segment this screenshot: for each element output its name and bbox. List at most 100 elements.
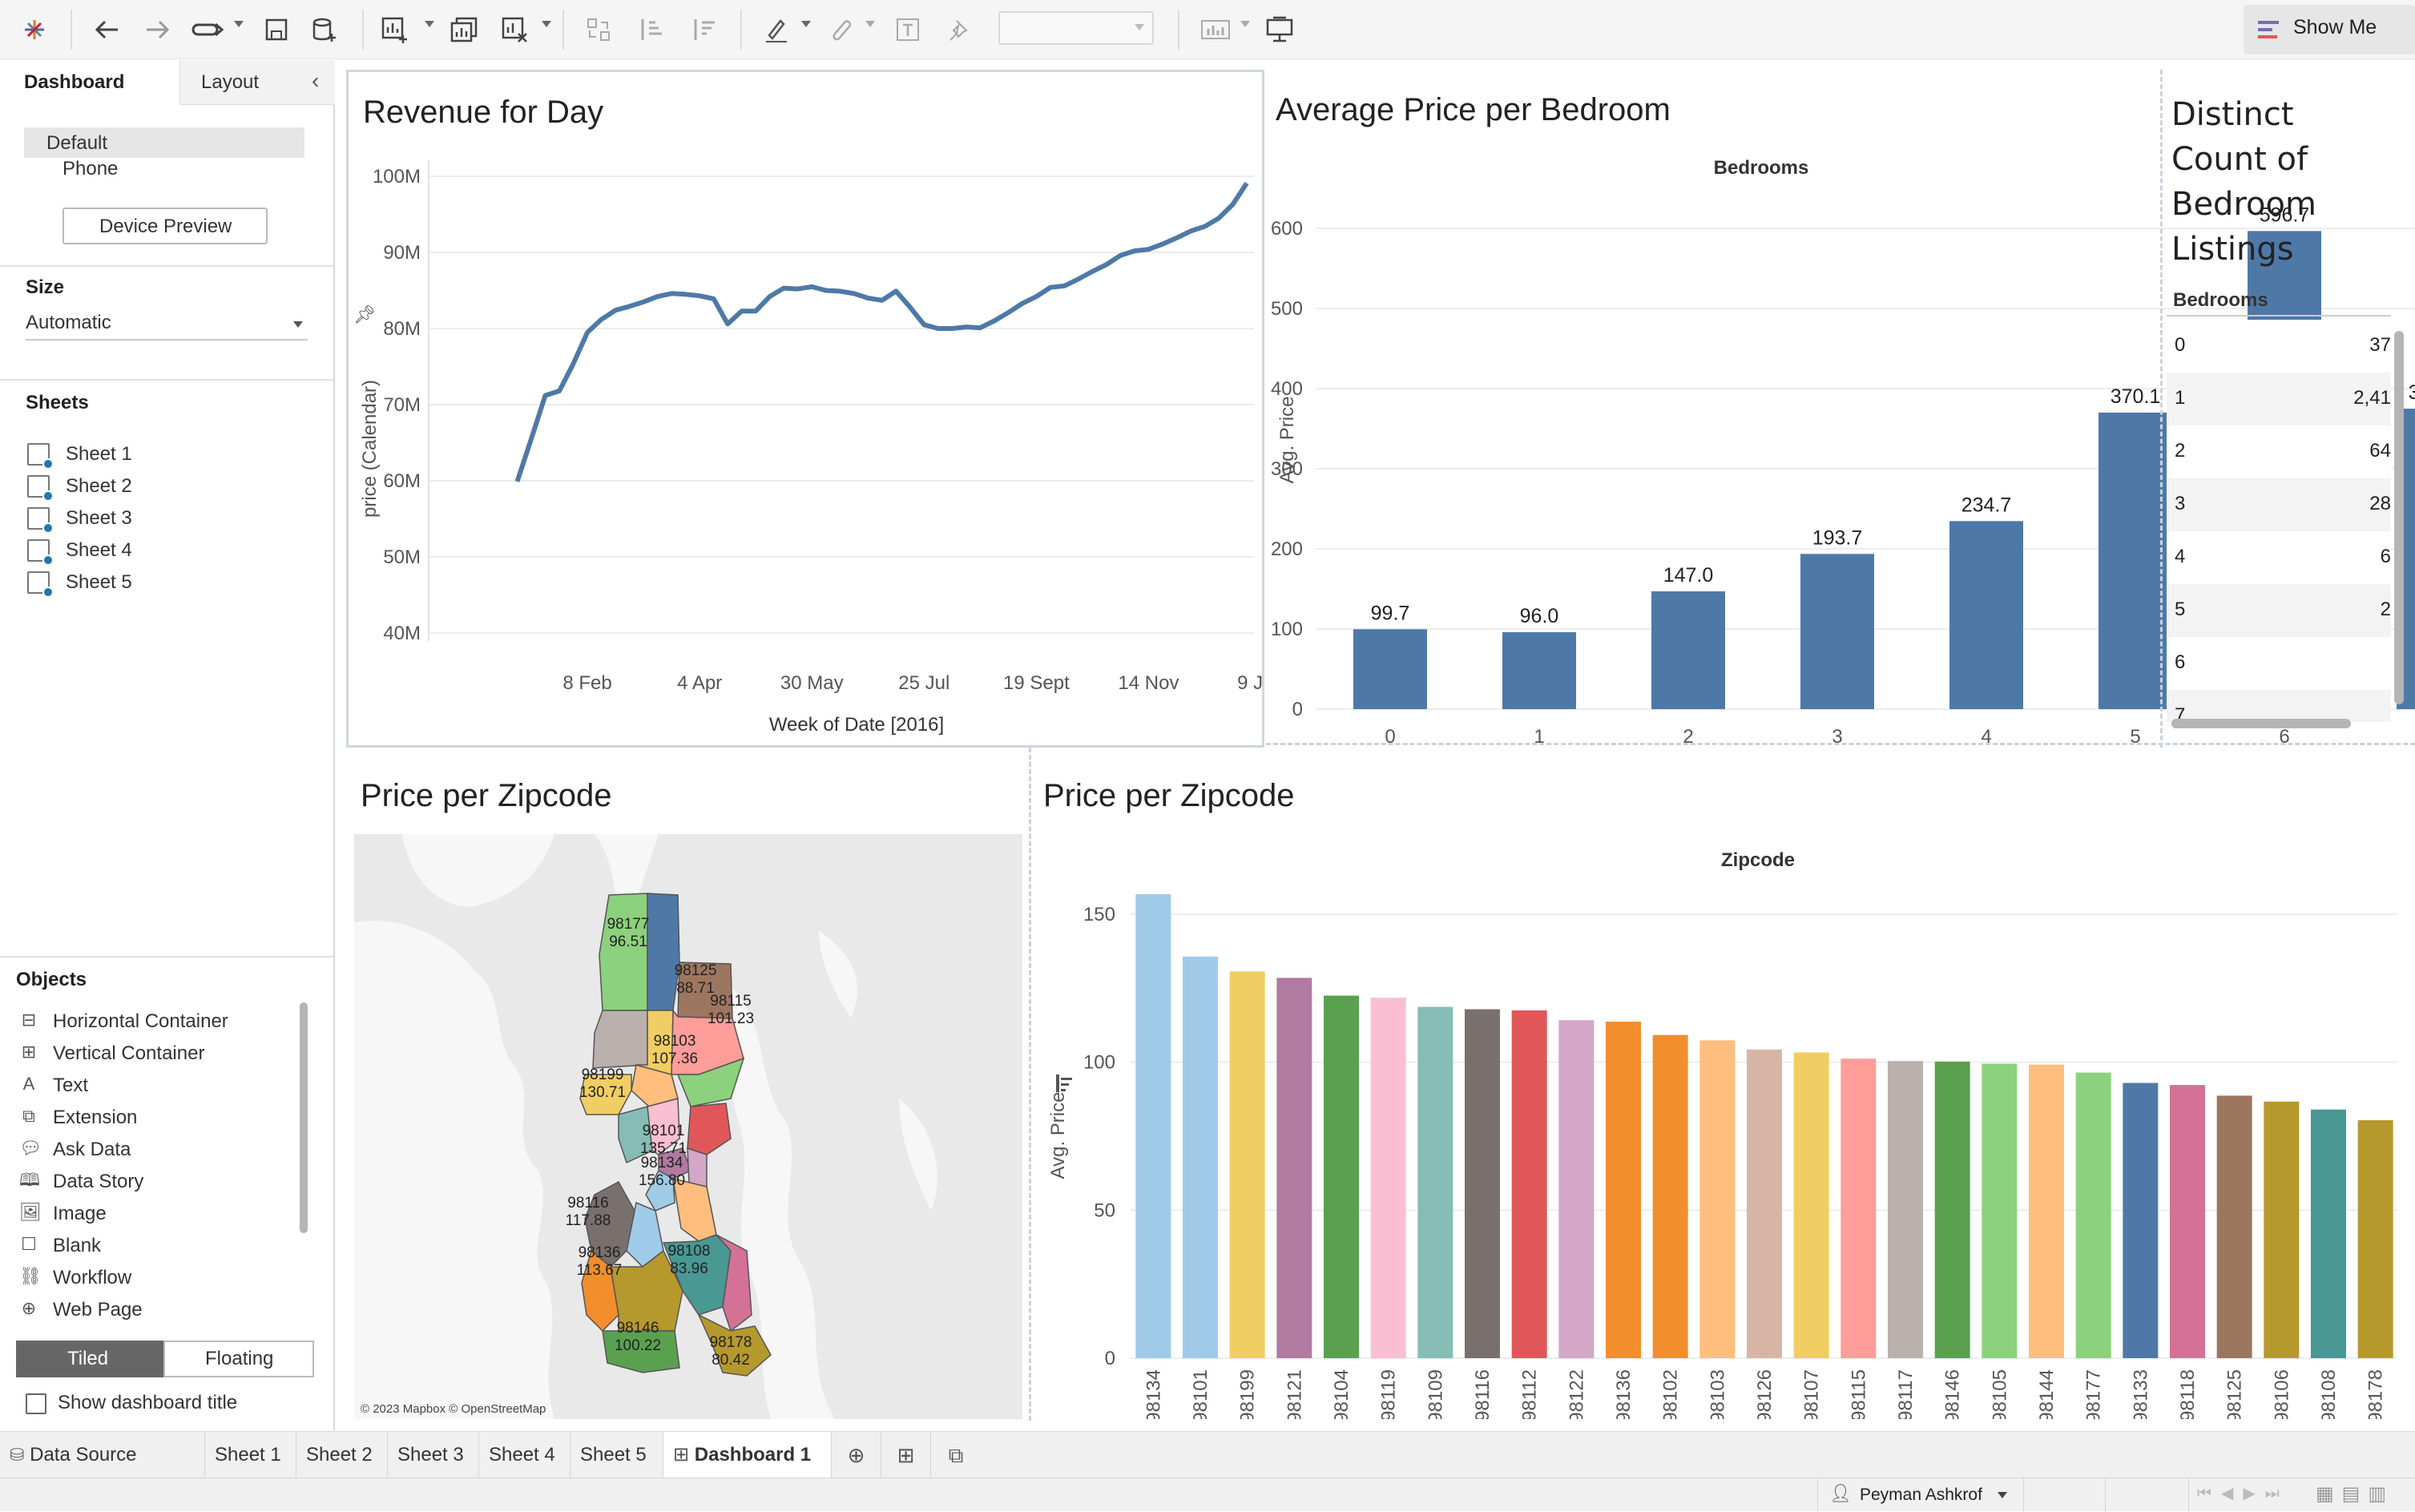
new-dashboard-tab-button[interactable]: ⊞ <box>881 1432 931 1478</box>
pin-icon[interactable] <box>941 11 978 48</box>
distinct-header: Bedrooms <box>2173 289 2268 311</box>
sheet-nav-buttons[interactable]: ⏮◀▶⏭ <box>2197 1483 2289 1503</box>
device-preview-label: Device Preview <box>99 216 232 237</box>
device-phone[interactable]: Phone <box>62 158 118 180</box>
fit-dropdown[interactable] <box>998 11 1154 45</box>
object-item[interactable]: ⊞ Vertical Container <box>16 1039 288 1068</box>
tab-sheet-label: Sheet 5 <box>580 1444 647 1466</box>
presentation-icon[interactable] <box>1261 11 1298 48</box>
forward-icon[interactable] <box>189 11 226 48</box>
x-tick-label: 98112 <box>1519 1369 1541 1419</box>
tab-dashboard[interactable]: Dashboard <box>0 60 179 105</box>
swap-icon[interactable] <box>580 11 617 48</box>
sheet-list-item[interactable]: Sheet 5 <box>26 568 266 598</box>
tab-sheet[interactable]: Sheet 3 <box>388 1432 479 1478</box>
label-icon[interactable] <box>889 11 926 48</box>
tab-layout[interactable]: Layout ‹ <box>179 60 335 105</box>
new-datasource-icon[interactable] <box>306 11 343 48</box>
bar <box>1229 971 1265 1358</box>
bar <box>1934 1061 1970 1358</box>
object-item[interactable]: ⊕ Web Page <box>16 1296 288 1325</box>
zip-region-98117 <box>592 1010 648 1069</box>
database-icon: ⛁ <box>10 1445 25 1465</box>
size-dropdown[interactable]: Automatic <box>26 308 308 341</box>
sort-desc-icon[interactable] <box>686 11 723 48</box>
object-item-label: Vertical Container <box>53 1042 205 1064</box>
new-worksheet-icon[interactable] <box>377 11 413 48</box>
object-item[interactable]: ⧉ Extension <box>16 1103 288 1132</box>
y-tick-label: 80M <box>383 318 421 340</box>
distinct-v-scrollbar[interactable] <box>2394 331 2404 704</box>
device-preview-button[interactable]: Device Preview <box>62 208 268 244</box>
tab-sheet[interactable]: Sheet 5 <box>570 1432 663 1478</box>
map-zip-label: 98101 135.71 <box>640 1123 687 1157</box>
new-story-icon: ⧉ <box>948 1443 964 1467</box>
map-zip-label: 98146 100.22 <box>615 1320 661 1354</box>
table-cell-value: 2 <box>2380 599 2391 620</box>
show-me-button[interactable]: Show Me <box>2244 5 2415 54</box>
distinct-h-scrollbar[interactable] <box>2171 719 2351 728</box>
object-item-label: Image <box>53 1203 107 1224</box>
table-cell-key: 6 <box>2175 651 2186 673</box>
x-tick-label: 98177 <box>2083 1369 2105 1419</box>
tableau-logo-icon[interactable] <box>16 11 53 48</box>
x-tick-label: 98122 <box>1566 1369 1587 1419</box>
object-item[interactable]: A Text <box>16 1071 288 1100</box>
sheet-list-item[interactable]: Sheet 1 <box>26 440 266 470</box>
undo-icon[interactable] <box>88 11 125 48</box>
sheet-list-item[interactable]: Sheet 2 <box>26 472 266 502</box>
view-mode-buttons[interactable]: ▦▤▥ <box>2316 1482 2394 1506</box>
object-item[interactable]: ⊟ Horizontal Container <box>16 1007 288 1036</box>
user-menu[interactable]: 👤︎ Peyman Ashkrof <box>1817 1478 2024 1512</box>
new-worksheet-tab-button[interactable]: ⊕ <box>832 1432 881 1478</box>
map-zip-label: 98177 96.51 <box>607 916 650 950</box>
object-item[interactable]: ☐ Blank <box>16 1232 288 1260</box>
bar <box>1800 554 1874 709</box>
objects-scrollbar[interactable] <box>300 1002 308 1233</box>
new-story-tab-button[interactable]: ⧉ <box>931 1432 981 1478</box>
chart-icon[interactable] <box>1197 11 1234 48</box>
tab-sheet[interactable]: Sheet 1 <box>205 1432 296 1478</box>
size-header: Size <box>26 276 65 298</box>
distinct-count-sheet[interactable]: Distinct Count of Bedroom Listings Bedro… <box>2167 70 2415 748</box>
sheet-list-item[interactable]: Sheet 3 <box>26 504 266 534</box>
show-title-label: Show dashboard title <box>58 1392 238 1413</box>
object-item[interactable]: 🕮︎ Data Story <box>16 1167 288 1196</box>
floating-button[interactable]: Floating <box>163 1341 314 1377</box>
tab-sheet[interactable]: Sheet 2 <box>296 1432 388 1478</box>
tab-data-source[interactable]: ⛁ Data Source <box>0 1432 205 1478</box>
tab-dashboard-1[interactable]: ⊞ Dashboard 1 <box>663 1432 832 1478</box>
clear-sheet-icon[interactable] <box>497 11 534 48</box>
redo-icon[interactable] <box>139 11 176 48</box>
zipcode-map[interactable]: 98177 96.51 98125 88.7198115 101.23 98103 107.… <box>354 834 1022 1419</box>
pin-icon[interactable]: 📌︎ <box>353 304 376 325</box>
map-sheet[interactable]: Price per Zipcode 98177 96.51 98125 88.7… <box>346 754 1022 1419</box>
user-icon: 👤︎ <box>1829 1483 1852 1503</box>
show-title-checkbox[interactable] <box>26 1393 46 1414</box>
zipcode-bar-sheet[interactable]: Price per Zipcode Zipcode 0 50 100 150 9813… <box>1035 754 2415 1419</box>
save-icon[interactable] <box>258 11 295 48</box>
tiled-button[interactable]: Tiled <box>16 1341 163 1377</box>
sheet-list-item[interactable]: Sheet 4 <box>26 536 266 566</box>
x-tick-label: 19 Sept <box>1003 672 1070 694</box>
bar-value-label: 99.7 <box>1371 602 1410 624</box>
bar <box>1651 591 1725 709</box>
left-panel: Dashboard Layout ‹ Default Phone Device … <box>0 60 335 1430</box>
bar <box>2216 1095 2252 1358</box>
object-item-label: Ask Data <box>53 1139 131 1160</box>
collapse-panel-icon[interactable]: ‹ <box>312 68 319 94</box>
group-icon[interactable] <box>822 11 859 48</box>
object-item[interactable]: 💬︎ Ask Data <box>16 1135 288 1164</box>
tab-sheet[interactable]: Sheet 4 <box>479 1432 570 1478</box>
revenue-sheet[interactable]: Revenue for Day 100M 90M 80M 70M 60M 50M 40M 8… <box>346 70 1264 748</box>
device-default[interactable]: Default <box>24 127 304 158</box>
highlight-icon[interactable] <box>758 11 795 48</box>
duplicate-sheet-icon[interactable] <box>446 11 482 48</box>
object-item[interactable]: 🖼︎ Image <box>16 1200 288 1228</box>
object-item[interactable]: ⛓︎ Workflow <box>16 1264 288 1292</box>
sort-asc-icon[interactable] <box>633 11 670 48</box>
table-cell-key: 4 <box>2175 546 2186 567</box>
tab-dashboard-1-label: Dashboard 1 <box>694 1444 812 1466</box>
size-value: Automatic <box>26 312 111 333</box>
x-tick-label: 98146 <box>1942 1369 1964 1419</box>
